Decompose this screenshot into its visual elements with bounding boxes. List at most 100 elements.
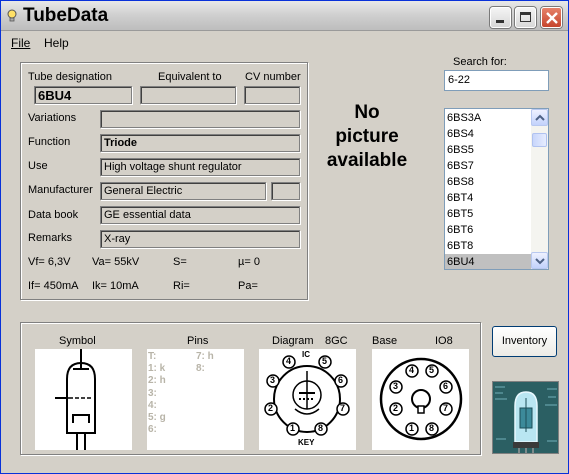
inventory-button[interactable]: Inventory [492,326,557,357]
manufacturer-code-field[interactable] [271,182,300,200]
minimize-button[interactable] [490,7,511,28]
diagram-pin-6: 6 [338,375,344,385]
base-pin-8: 8 [429,423,435,433]
diagram-pin-5: 5 [322,356,328,366]
base-pin-3: 3 [393,381,399,391]
tube-list-item[interactable]: 6BS3A [445,110,531,126]
scroll-thumb[interactable] [532,133,547,147]
manufacturer-label: Manufacturer [28,184,93,196]
pin-diagram-icon [264,355,350,436]
window-title: TubeData [23,5,109,26]
cv-number-field[interactable] [244,86,300,104]
tube-list-item[interactable]: 6BT6 [445,222,531,238]
base-panel: 1 2 3 4 5 6 7 8 [372,349,469,450]
pin-entry: 5: g [148,412,166,423]
spec-ri: Ri= [173,280,190,292]
menu-file[interactable]: File [11,36,30,50]
title-bar[interactable]: TubeData [1,1,568,31]
arrow-down-icon [535,258,545,265]
arrow-up-icon [535,114,545,121]
pin-entry: 8: [196,363,205,375]
diagram-pin-7: 7 [340,403,346,413]
spec-ik: Ik= 10mA [92,280,139,292]
search-label: Search for: [453,56,507,68]
diagram-ic-label: IC [302,350,310,359]
spec-s: S= [173,256,187,268]
tube-list-item[interactable]: 6BS5 [445,142,531,158]
tube-list[interactable]: 6BS3A 6BS4 6BS5 6BS7 6BS8 6BT4 6BT5 6BT6 6BT8 6BU… [444,108,549,270]
diagram-label: Diagram [272,335,314,347]
diagram-pin-4: 4 [286,356,292,366]
octal-base-icon [379,357,463,441]
base-pin-7: 7 [443,403,449,413]
equivalent-to-field[interactable] [140,86,236,104]
diagram-pin-2: 2 [268,403,274,413]
pin-entry: 7: h [196,351,214,362]
pin-entry: 6: [148,424,157,436]
tubedata-logo [492,381,559,454]
lightbulb-icon [7,9,17,22]
symbol-label: Symbol [59,335,96,347]
vacuum-tube-logo-icon [493,382,558,453]
pin-entry: 1: k [148,363,166,375]
base-label: Base [372,335,398,347]
spec-mu: µ= 0 [238,256,260,268]
tube-designation-label: Tube designation [28,71,112,83]
pins-label: Pins [187,335,209,347]
pins-panel: T: 1: k 2: h 3: 4: 5: g 6: 7: h 8: [147,349,244,450]
function-field[interactable]: Triode [100,134,300,152]
close-button[interactable] [541,7,562,28]
diagram-key-label: KEY [298,438,315,447]
remarks-label: Remarks [28,232,73,244]
tube-designation-field[interactable]: 6BU4 [34,86,132,104]
scroll-up-button[interactable] [531,109,548,126]
base-pin-5: 5 [429,365,435,375]
menu-bar: File Help [1,32,568,52]
triode-symbol-icon [55,349,96,450]
pin-entry: 4: [148,399,157,411]
remarks-field[interactable]: X-ray [100,230,300,248]
diagram-pin-1: 1 [290,423,296,433]
no-picture-line3: available [326,150,408,171]
data-book-field[interactable]: GE essential data [100,206,300,224]
tube-picture-placeholder: No picture available [317,101,417,173]
minimize-icon [496,20,504,23]
variations-field[interactable] [100,110,300,128]
menu-help[interactable]: Help [44,36,69,50]
maximize-button[interactable] [515,7,536,28]
no-picture-line1: No [354,102,380,123]
maximize-icon [520,12,531,22]
pin-entry: 2: h [148,375,166,387]
close-icon [546,12,558,24]
spec-if: If= 450mA [28,280,79,292]
equivalent-to-label: Equivalent to [158,71,222,83]
data-book-label: Data book [28,209,79,221]
base-pin-2: 2 [393,403,399,413]
spec-pa: Pa= [238,280,258,292]
search-input[interactable]: 6-22 [444,70,549,91]
tube-list-item[interactable]: 6BT5 [445,206,531,222]
function-label: Function [28,136,71,148]
tube-list-item[interactable]: 6BT4 [445,190,531,206]
diagram-code: 8GC [325,335,348,347]
tube-list-item[interactable]: 6BT8 [445,238,531,254]
diagram-pin-3: 3 [270,375,276,385]
list-scrollbar[interactable] [531,109,548,269]
tube-symbol-panel [35,349,132,450]
pin-entry: T: [148,351,157,362]
pin-diagram-panel: 4 5 3 6 2 7 1 8 IC KEY [259,349,356,450]
cv-number-label: CV number [245,71,301,83]
tube-list-item[interactable]: 6BS4 [445,126,531,142]
tube-list-item[interactable]: 6BU4 [445,254,531,269]
base-pin-1: 1 [409,423,415,433]
manufacturer-field[interactable]: General Electric [100,182,266,200]
use-field[interactable]: High voltage shunt regulator [100,158,300,176]
scroll-down-button[interactable] [531,252,548,269]
tube-list-item[interactable]: 6BS7 [445,158,531,174]
base-pin-6: 6 [443,381,449,391]
pin-entry: 3: [148,387,157,399]
tube-list-items: 6BS3A 6BS4 6BS5 6BS7 6BS8 6BT4 6BT5 6BT6 6BT8 6BU… [445,110,531,269]
base-pin-4: 4 [409,365,415,375]
tube-list-item[interactable]: 6BS8 [445,174,531,190]
app-window: TubeData File Help Tube designation Equi… [0,0,569,474]
